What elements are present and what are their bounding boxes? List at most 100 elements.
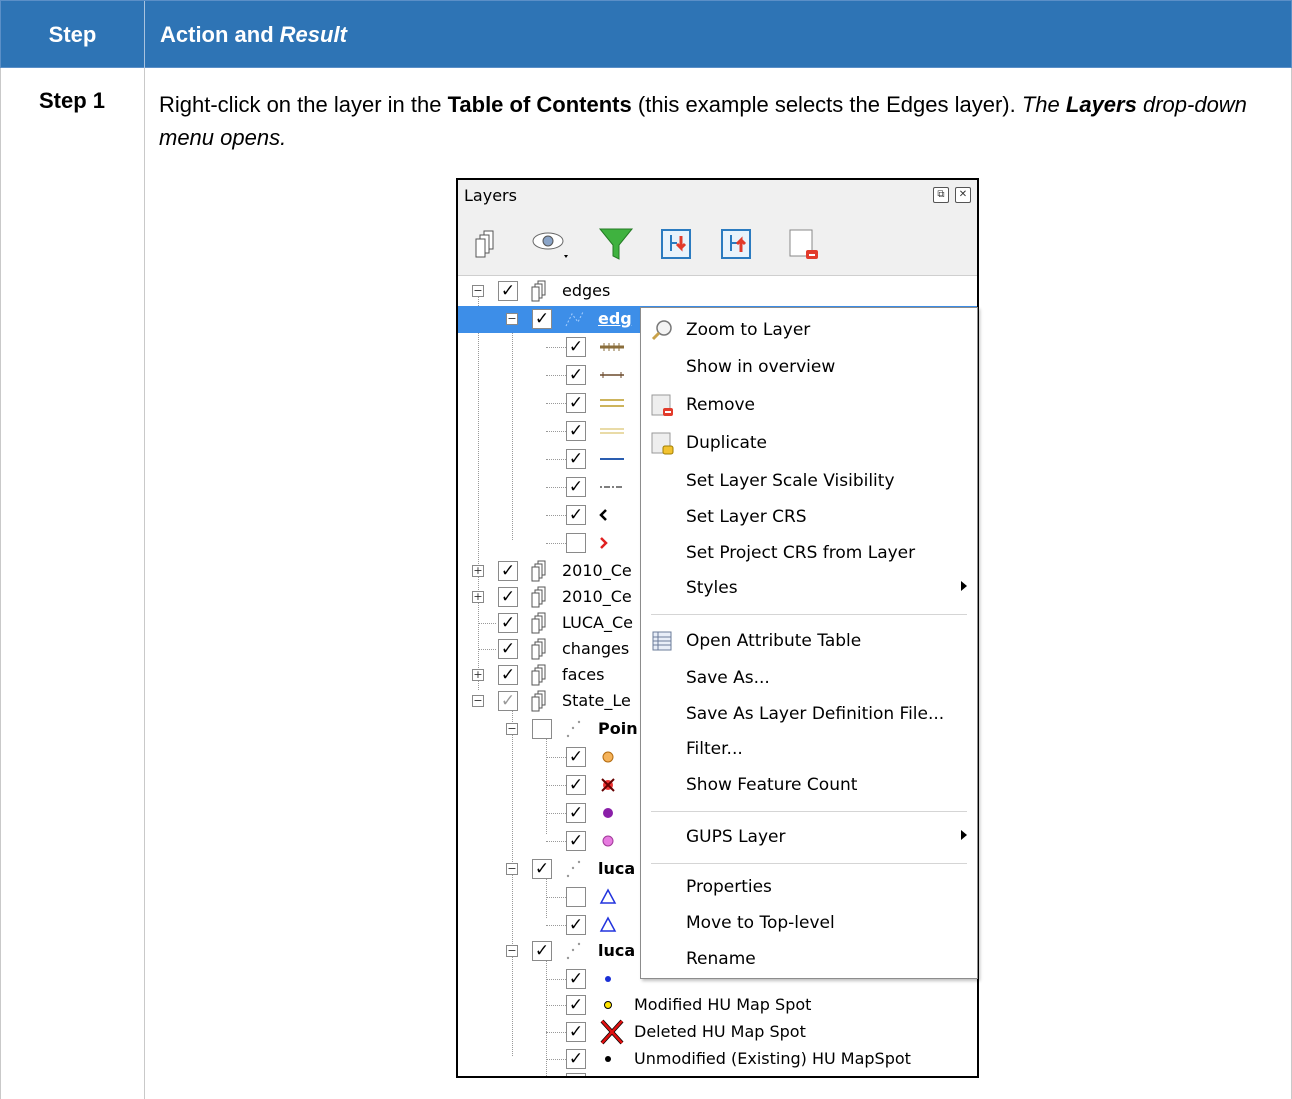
collapse-all-icon[interactable] bbox=[716, 224, 756, 264]
legend-checkbox[interactable]: ✓ bbox=[566, 1049, 586, 1069]
layer-checkbox[interactable]: ✓ bbox=[498, 665, 518, 685]
layer-checkbox[interactable]: ✓ bbox=[532, 309, 552, 329]
layer-label: 2010_Ce bbox=[562, 587, 632, 606]
legend-checkbox[interactable]: ✓ bbox=[566, 775, 586, 795]
menu-rename[interactable]: Rename bbox=[641, 942, 977, 976]
legend-checkbox[interactable]: ✓ bbox=[566, 995, 586, 1015]
legend-checkbox[interactable]: ✓ bbox=[566, 915, 586, 935]
menu-separator bbox=[651, 863, 967, 864]
legend-label: Unmodified (Existing) HU MapSpot bbox=[634, 1049, 911, 1068]
filter-icon[interactable] bbox=[596, 224, 636, 264]
menu-set-layer-crs[interactable]: Set Layer CRS bbox=[641, 500, 977, 534]
column-divider bbox=[144, 68, 145, 1099]
menu-set-project-crs[interactable]: Set Project CRS from Layer bbox=[641, 536, 977, 570]
layer-checkbox[interactable]: ✓ bbox=[498, 691, 518, 711]
collapse-icon[interactable]: − bbox=[506, 313, 518, 325]
menu-remove[interactable]: Remove bbox=[641, 388, 977, 422]
layer-checkbox[interactable]: ✓ bbox=[498, 281, 518, 301]
layer-label: luca bbox=[598, 859, 636, 878]
instr-bold: Table of Contents bbox=[447, 92, 632, 117]
menu-styles[interactable]: Styles bbox=[641, 571, 977, 605]
menu-filter[interactable]: Filter... bbox=[641, 732, 977, 766]
step-label: Step 1 bbox=[38, 88, 106, 113]
collapse-icon[interactable]: − bbox=[506, 723, 518, 735]
layer-label: edg bbox=[598, 309, 632, 328]
panel-title: Layers bbox=[464, 186, 517, 205]
menu-show-feature-count[interactable]: Show Feature Count bbox=[641, 768, 977, 802]
point-layer-icon bbox=[566, 720, 581, 738]
orange-point-icon bbox=[602, 751, 614, 763]
line-layer-icon bbox=[565, 311, 584, 327]
legend-checkbox[interactable] bbox=[566, 533, 586, 553]
legend-checkbox[interactable]: ✓ bbox=[566, 421, 586, 441]
collapse-icon[interactable]: − bbox=[506, 863, 518, 875]
legend-row-modified[interactable]: ✓ Modified HU Map Spot bbox=[458, 992, 977, 1019]
layer-label: luca bbox=[598, 941, 636, 960]
legend-checkbox[interactable]: ✓ bbox=[566, 747, 586, 767]
expand-all-icon[interactable] bbox=[656, 224, 696, 264]
legend-checkbox[interactable]: ✓ bbox=[566, 969, 586, 989]
table-icon bbox=[652, 631, 672, 651]
collapse-icon[interactable]: − bbox=[472, 695, 484, 707]
remove-icon bbox=[651, 394, 673, 416]
layer-checkbox[interactable]: ✓ bbox=[498, 561, 518, 581]
legend-checkbox[interactable]: ✓ bbox=[566, 505, 586, 525]
layer-checkbox[interactable]: ✓ bbox=[498, 613, 518, 633]
legend-checkbox[interactable] bbox=[566, 1073, 586, 1076]
menu-set-scale-visibility[interactable]: Set Layer Scale Visibility bbox=[641, 464, 977, 498]
layer-label: edges bbox=[562, 281, 611, 300]
menu-open-attribute-table[interactable]: Open Attribute Table bbox=[641, 624, 977, 658]
legend-row-unmodified[interactable]: ✓ Unmodified (Existing) HU MapSpot bbox=[458, 1046, 977, 1073]
layer-checkbox[interactable]: ✓ bbox=[498, 639, 518, 659]
legend-checkbox[interactable]: ✓ bbox=[566, 1022, 586, 1042]
menu-properties[interactable]: Properties bbox=[641, 870, 977, 904]
tree-row-edges[interactable]: − ✓ edges bbox=[458, 278, 977, 305]
remove-layer-icon[interactable] bbox=[784, 224, 824, 264]
table-left-border bbox=[0, 68, 1, 1099]
legend-checkbox[interactable]: ✓ bbox=[566, 393, 586, 413]
collapse-icon[interactable]: − bbox=[506, 945, 518, 957]
legend-checkbox[interactable]: ✓ bbox=[566, 831, 586, 851]
legend-checkbox[interactable]: ✓ bbox=[566, 803, 586, 823]
layer-checkbox[interactable]: ✓ bbox=[498, 587, 518, 607]
expand-icon[interactable]: + bbox=[472, 669, 484, 681]
layers-toolbar bbox=[458, 214, 977, 276]
group-icon bbox=[531, 586, 546, 608]
layer-checkbox[interactable] bbox=[532, 719, 552, 739]
expand-icon[interactable]: + bbox=[472, 591, 484, 603]
eye-icon[interactable] bbox=[530, 224, 570, 264]
legend-row-partial[interactable] bbox=[458, 1072, 977, 1076]
menu-duplicate[interactable]: Duplicate bbox=[641, 426, 977, 460]
group-icon bbox=[531, 638, 546, 660]
collapse-icon[interactable]: − bbox=[472, 285, 484, 297]
group-icon bbox=[531, 280, 546, 302]
panel-titlebar: Layers ⧉ ✕ bbox=[458, 180, 977, 214]
menu-save-as[interactable]: Save As... bbox=[641, 661, 977, 695]
menu-save-as-definition[interactable]: Save As Layer Definition File... bbox=[641, 697, 977, 731]
legend-checkbox[interactable]: ✓ bbox=[566, 365, 586, 385]
expand-icon[interactable]: + bbox=[472, 565, 484, 577]
legend-checkbox[interactable]: ✓ bbox=[566, 449, 586, 469]
add-group-icon[interactable] bbox=[468, 224, 508, 264]
dashed-line-icon bbox=[600, 486, 624, 488]
legend-checkbox[interactable]: ✓ bbox=[566, 337, 586, 357]
chevron-right-icon bbox=[600, 537, 608, 549]
legend-checkbox[interactable]: ✓ bbox=[566, 477, 586, 497]
menu-gups-layer[interactable]: GUPS Layer bbox=[641, 820, 977, 854]
rail-symbol-icon bbox=[600, 343, 624, 351]
layer-checkbox[interactable]: ✓ bbox=[532, 941, 552, 961]
layer-checkbox[interactable]: ✓ bbox=[532, 859, 552, 879]
layer-label: faces bbox=[562, 665, 605, 684]
water-line-icon bbox=[600, 458, 624, 460]
triangle-icon bbox=[599, 916, 617, 932]
close-icon[interactable]: ✕ bbox=[955, 187, 971, 203]
road-symbol-icon bbox=[600, 399, 624, 407]
menu-zoom-to-layer[interactable]: Zoom to Layer bbox=[641, 313, 977, 347]
menu-show-in-overview[interactable]: Show in overview bbox=[641, 350, 977, 384]
legend-row-deleted[interactable]: ✓ Deleted HU Map Spot bbox=[458, 1019, 977, 1046]
duplicate-icon bbox=[651, 432, 674, 455]
float-icon[interactable]: ⧉ bbox=[933, 187, 949, 203]
legend-checkbox[interactable] bbox=[566, 887, 586, 907]
layer-label: LUCA_Ce bbox=[562, 613, 633, 632]
menu-move-to-top-level[interactable]: Move to Top-level bbox=[641, 906, 977, 940]
